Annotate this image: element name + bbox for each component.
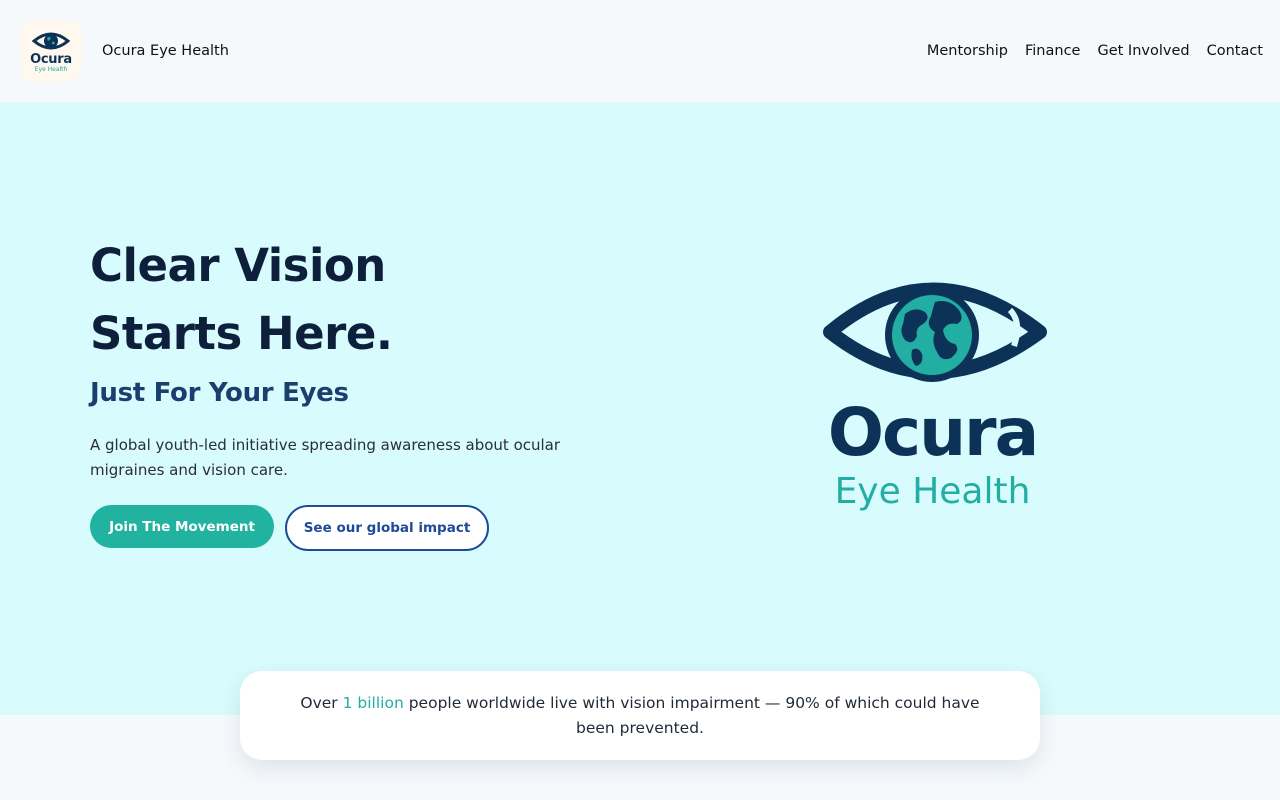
stat-card: Over 1 billion people worldwide live wit… [240,671,1040,760]
brand-link[interactable]: Ocura Eye Health Ocura Eye Health [20,20,229,82]
hero-section: Clear Vision Starts Here. Just For Your … [0,102,1280,715]
brand-logo-subtext: Eye Health [34,66,68,73]
eye-globe-icon [823,282,1047,382]
hero-headline-line1: Clear Vision [90,239,386,292]
nav-link-get-involved[interactable]: Get Involved [1097,43,1189,59]
nav-link-finance[interactable]: Finance [1025,43,1080,59]
hero-subheadline: Just For Your Eyes [90,378,349,408]
site-header: Ocura Eye Health Ocura Eye Health Mentor… [0,0,1280,102]
eye-globe-icon [32,32,70,50]
stat-text: Over 1 billion people worldwide live wit… [286,691,994,741]
stat-prefix: Over [300,693,343,712]
brand-name: Ocura Eye Health [102,43,229,59]
hero-tagline: A global youth-led initiative spreading … [90,436,561,479]
hero-logo: Ocura Eye Health [800,262,1065,522]
hero-headline: Clear Vision Starts Here. [90,232,393,368]
stat-suffix: people worldwide live with vision impair… [403,693,980,737]
stat-highlight: 1 billion [342,693,404,712]
brand-logo: Ocura Eye Health [20,20,82,82]
hero-headline-line2: Starts Here. [90,307,393,360]
hero-logo-text: Ocura [827,394,1039,471]
main-nav: Mentorship Finance Get Involved Contact [927,43,1263,59]
brand-logo-text: Ocura [30,52,72,67]
join-movement-button[interactable]: Join The Movement [90,505,274,548]
hero-logo-subtext: Eye Health [834,471,1031,512]
nav-link-contact[interactable]: Contact [1207,43,1263,59]
nav-link-mentorship[interactable]: Mentorship [927,43,1008,59]
global-impact-button[interactable]: See our global impact [285,505,489,551]
